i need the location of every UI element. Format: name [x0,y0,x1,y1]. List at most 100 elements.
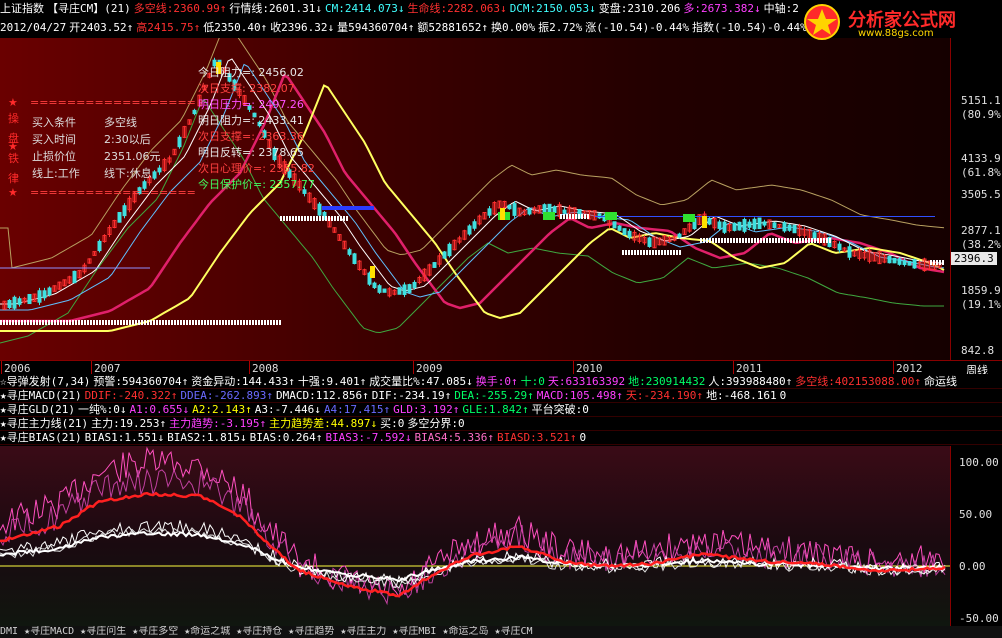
indicator-row-2[interactable]: ★寻庄GLD(21) 一纯%:0↓ A1:0.655↓ A2:2.143↑ A3:-7.… [0,403,1002,417]
signal-marker [760,238,762,243]
signal-marker [195,320,197,325]
indicator-tab-7[interactable]: ★寻庄主力 [340,626,386,637]
indicator-tab-9[interactable]: ★命运之岛 [442,626,488,637]
candle-body [27,293,32,305]
indicator-tab-10[interactable]: ★寻庄CM [494,626,532,637]
candle-body [717,221,722,229]
signal-marker [781,238,783,243]
signal-marker [748,238,750,243]
ohlc-field-3: 低2350.40↑ [203,21,268,34]
signal-marker [820,238,822,243]
signal-marker [742,238,744,243]
signal-marker [153,320,155,325]
year-tick [249,361,250,375]
indicator-tab-4[interactable]: ★命运之城 [184,626,230,637]
indicator-tab-3[interactable]: ★寻庄多空 [132,626,178,637]
candle-body [352,253,357,264]
bias-tick-0: 100.00 [959,456,999,469]
signal-marker [575,214,577,219]
signal-marker [796,238,798,243]
signal-marker [198,320,200,325]
ohlc-field-1: 开2403.52↑ [69,21,134,34]
signal-marker [150,320,152,325]
indicator-tab-2[interactable]: ★寻庄问生 [80,626,126,637]
signal-marker [120,320,122,325]
signal-marker [578,214,580,219]
indicator-field-4: 买:0 [380,417,405,430]
signal-marker [207,320,209,325]
price-tick-2: 3505.5 [961,188,1001,201]
indicator-field-8: 地:230914432 [628,375,706,388]
signal-marker [769,238,771,243]
quote-field-0: 上证指数 [0,2,44,15]
bias2-line [0,527,946,589]
bias-chart-svg[interactable] [0,446,950,626]
indicator-row-4[interactable]: ★寻庄BIAS(21) BIAS1:1.551↓ BIAS2:1.815↓ BIAS:… [0,431,1002,445]
signal-marker [622,250,624,255]
candle-body [732,222,737,231]
quote-field-7: 变盘:2310.206 [598,2,681,15]
signal-marker [793,238,795,243]
candle-body [782,222,787,232]
candle-body [762,221,767,226]
bias-chart-panel[interactable] [0,446,950,626]
ohlc-field-2: 高2415.75↑ [136,21,201,34]
signal-marker [75,320,77,325]
signal-marker [775,238,777,243]
signal-marker [718,238,720,243]
signal-marker [210,320,212,325]
signal-marker [700,238,702,243]
signal-marker [298,216,300,221]
ohlc-field-6: 额52881652↑ [417,21,489,34]
signal-marker [3,320,5,325]
indicator-field-4: A3:-7.446↓ [254,403,321,416]
indicator-field-6: 十:0 [520,375,545,388]
indicator-tab-8[interactable]: ★寻庄MBI [392,626,436,637]
signal-marker [15,320,17,325]
indicator-field-2: 主力趋势:-3.195↑ [169,417,267,430]
indicator-row-0[interactable]: ☆导弹发射(7,34) 预警:594360704↑ 资金异动:144.433↑ 十强:… [0,375,1002,389]
signal-marker [292,216,294,221]
price-level-7: 今日保护价=: 2357.77 [198,178,315,191]
indicator-tab-1[interactable]: ★寻庄MACD [24,626,74,637]
bias3-line [0,446,946,598]
signal-marker [147,320,149,325]
signal-marker [676,250,678,255]
signal-marker [213,320,215,325]
signal-marker [186,320,188,325]
signal-marker [228,320,230,325]
signal-marker [304,216,306,221]
ohlc-field-7: 换0.00% [491,21,536,34]
indicator-field-5: BIAS4:5.336↑ [414,431,495,444]
signal-marker [219,320,221,325]
signal-marker [159,320,161,325]
indicator-row-1[interactable]: ★寻庄MACD(21) DDIF:-240.322↑ DDEA:-262.893↑ D… [0,389,1002,403]
signal-marker [295,216,297,221]
indicator-tab-5[interactable]: ★寻庄持仓 [236,626,282,637]
indicator-tab-0[interactable]: DMI [0,626,18,637]
signal-marker [30,320,32,325]
indicator-tab-bar[interactable]: DMI ★寻庄MACD ★寻庄问生 ★寻庄多空 ★命运之城 ★寻庄持仓 ★寻庄趋势 ★寻庄主力… [0,626,1002,638]
signal-marker [66,320,68,325]
signal-marker [258,320,260,325]
indicator-tab-6[interactable]: ★寻庄趋势 [288,626,334,637]
signal-marker [249,320,251,325]
signal-marker [261,320,263,325]
ohlc-field-8: 振2.72% [538,21,583,34]
signal-marker [584,214,586,219]
signal-marker [168,320,170,325]
indicator-field-2: 资金异动:144.433↑ [191,375,295,388]
candle-body [377,285,382,293]
indicator-field-3: 十强:9.401↑ [297,375,367,388]
indicator-field-0: ★寻庄主力线(21) [0,417,89,430]
indicator-field-0: ★寻庄GLD(21) [0,403,75,416]
bias-axis: 100.00 50.00 0.00 -50.00 [950,446,1002,626]
signal-marker [572,214,574,219]
signal-marker [658,250,660,255]
candle-body [812,232,817,240]
price-chart-panel[interactable]: 操盘铁律 ================== ==================… [0,38,950,360]
signal-marker [637,250,639,255]
indicator-row-3[interactable]: ★寻庄主力线(21) 主力:19.253↑ 主力趋势:-3.195↑ 主力趋势差:44… [0,417,1002,431]
signal-marker [581,214,583,219]
signal-marker [54,320,56,325]
